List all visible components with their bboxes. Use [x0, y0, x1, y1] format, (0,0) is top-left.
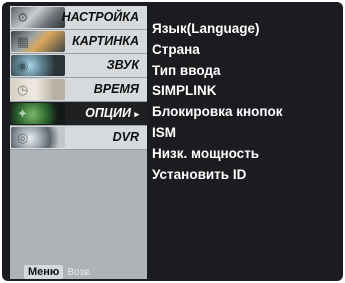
option-low-power[interactable]: Низк. мощность [152, 146, 259, 162]
dvr-icon: ◎ [11, 127, 65, 148]
osd-menu-window: ⚙ НАСТРОЙКА ▦ КАРТИНКА ◉ ЗВУК ◷ ВРЕМЯ ✦ … [2, 2, 343, 281]
option-ism[interactable]: ISM [152, 125, 176, 141]
main-menu-sidebar: ⚙ НАСТРОЙКА ▦ КАРТИНКА ◉ ЗВУК ◷ ВРЕМЯ ✦ … [10, 6, 147, 279]
option-key-lock[interactable]: Блокировка кнопок [152, 104, 283, 120]
option-icon: ✦ [11, 103, 65, 124]
option-submenu: Язык(Language) Страна Тип ввода SIMPLINK… [149, 6, 339, 279]
footer-hint: Меню Возв. [24, 264, 92, 280]
menu-item-label: ЗВУК [106, 58, 139, 72]
option-input-label[interactable]: Тип ввода [152, 63, 221, 79]
menu-button[interactable]: Меню [24, 265, 64, 279]
back-label: Возв. [67, 266, 93, 278]
picture-icon: ▦ [11, 31, 65, 52]
menu-item-label: КАРТИНКА [72, 34, 139, 48]
menu-item-picture[interactable]: ▦ КАРТИНКА [10, 30, 147, 54]
option-language[interactable]: Язык(Language) [152, 21, 259, 37]
menu-item-dvr[interactable]: ◎ DVR [10, 126, 147, 150]
audio-icon: ◉ [11, 55, 65, 76]
time-icon: ◷ [11, 79, 65, 100]
menu-item-time[interactable]: ◷ ВРЕМЯ [10, 78, 147, 102]
option-country[interactable]: Страна [152, 42, 200, 58]
menu-item-label: НАСТРОЙКА [61, 10, 139, 24]
chevron-right-icon: ▸ [134, 109, 139, 119]
menu-item-label: ОПЦИИ [85, 106, 131, 120]
menu-item-option[interactable]: ✦ ОПЦИИ ▸ [10, 102, 147, 126]
menu-item-label: ВРЕМЯ [93, 82, 139, 96]
setup-icon: ⚙ [11, 7, 65, 28]
option-simplink[interactable]: SIMPLINK [152, 83, 217, 99]
menu-item-setup[interactable]: ⚙ НАСТРОЙКА [10, 6, 147, 30]
menu-item-label: DVR [112, 130, 139, 144]
menu-item-active-label: ОПЦИИ ▸ [85, 106, 139, 120]
menu-item-audio[interactable]: ◉ ЗВУК [10, 54, 147, 78]
option-set-id[interactable]: Установить ID [152, 167, 246, 183]
